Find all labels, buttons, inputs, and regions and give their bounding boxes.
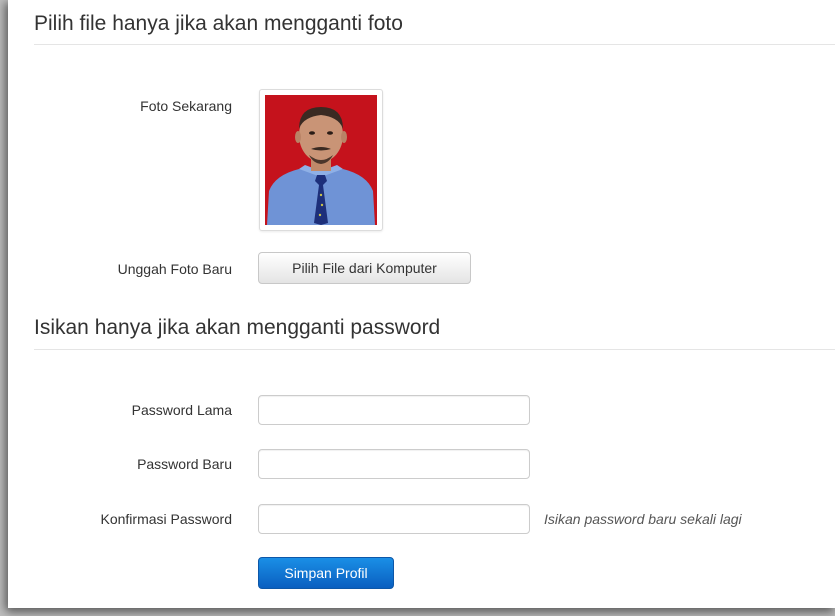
profile-form-panel: Pilih file hanya jika akan mengganti fot…: [8, 0, 835, 608]
photo-section-title: Pilih file hanya jika akan mengganti fot…: [34, 12, 403, 35]
new-password-label: Password Baru: [137, 456, 232, 472]
current-photo-thumbnail: [259, 89, 383, 231]
save-profile-button[interactable]: Simpan Profil: [258, 557, 394, 589]
confirm-password-field[interactable]: [258, 504, 530, 534]
person-portrait-icon: [265, 95, 377, 225]
choose-file-button[interactable]: Pilih File dari Komputer: [258, 252, 471, 284]
password-section-title: Isikan hanya jika akan mengganti passwor…: [34, 316, 441, 339]
photo-section-divider: [34, 44, 835, 45]
confirm-password-label: Konfirmasi Password: [100, 511, 233, 527]
old-password-label: Password Lama: [131, 402, 232, 418]
profile-photo: [265, 95, 377, 225]
current-photo-label: Foto Sekarang: [140, 98, 232, 114]
old-password-field[interactable]: [258, 395, 530, 425]
confirm-password-help: Isikan password baru sekali lagi: [544, 511, 742, 527]
password-section-divider: [34, 349, 835, 350]
upload-photo-label: Unggah Foto Baru: [117, 261, 232, 277]
new-password-field[interactable]: [258, 449, 530, 479]
